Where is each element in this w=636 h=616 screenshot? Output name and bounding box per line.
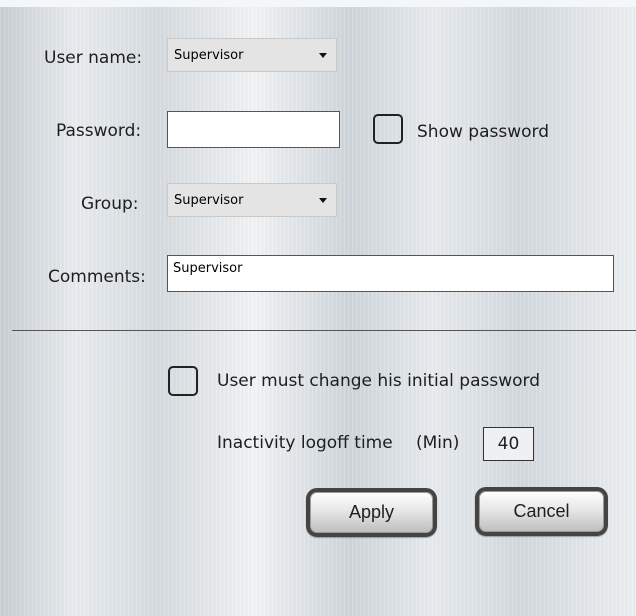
must-change-password-checkbox[interactable] <box>168 366 198 396</box>
inactivity-label: Inactivity logoff time <box>217 433 393 453</box>
username-dropdown-value: Supervisor <box>174 48 244 63</box>
comments-label: Comments: <box>48 267 146 287</box>
section-divider <box>12 330 636 331</box>
chevron-down-icon <box>319 198 327 203</box>
group-dropdown-value: Supervisor <box>174 193 244 208</box>
cancel-button[interactable]: Cancel <box>475 487 608 536</box>
comments-input[interactable]: Supervisor <box>167 255 614 292</box>
apply-button[interactable]: Apply <box>306 488 437 537</box>
must-change-password-label[interactable]: User must change his initial password <box>217 371 540 391</box>
show-password-checkbox[interactable] <box>373 114 403 144</box>
inactivity-unit-label: (Min) <box>416 433 460 453</box>
show-password-label[interactable]: Show password <box>417 122 549 142</box>
group-label: Group: <box>81 194 139 214</box>
password-label: Password: <box>56 121 142 141</box>
group-dropdown[interactable]: Supervisor <box>167 183 337 217</box>
chevron-down-icon <box>319 53 327 58</box>
password-input[interactable] <box>167 111 340 148</box>
username-dropdown[interactable]: Supervisor <box>167 38 337 72</box>
username-label: User name: <box>44 48 143 68</box>
comments-value: Supervisor <box>173 261 243 276</box>
inactivity-minutes-input[interactable]: 40 <box>483 427 534 461</box>
window-title-strip: ​ <box>0 0 636 7</box>
